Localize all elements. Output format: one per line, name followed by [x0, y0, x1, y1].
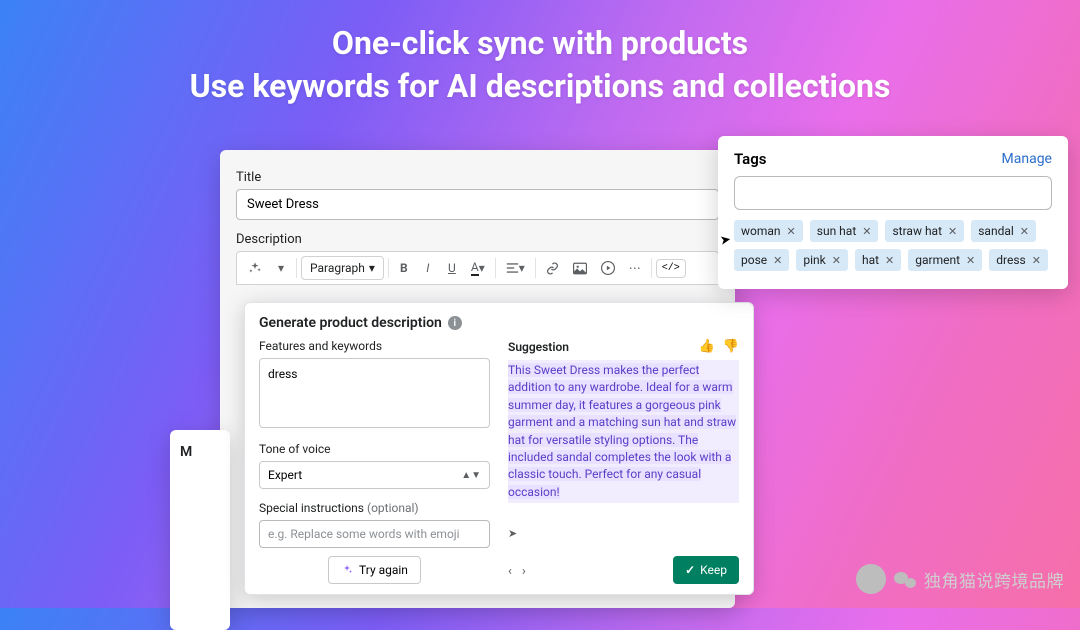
- remove-tag-icon[interactable]: ✕: [948, 225, 957, 238]
- generate-description-popover: Generate product descriptioni Features a…: [244, 302, 754, 595]
- wechat-icon: [894, 570, 916, 588]
- tag-dress[interactable]: dress✕: [989, 249, 1048, 271]
- link-button[interactable]: [540, 257, 565, 280]
- cursor-icon: ➤: [508, 527, 517, 540]
- suggestion-label: Suggestion: [508, 340, 569, 354]
- title-label: Title: [236, 170, 719, 185]
- remove-tag-icon[interactable]: ✕: [862, 225, 871, 238]
- features-label: Features and keywords: [259, 339, 490, 353]
- italic-button[interactable]: I: [417, 256, 439, 280]
- info-icon[interactable]: i: [448, 316, 462, 330]
- title-input[interactable]: [236, 189, 719, 220]
- tag-straw-hat[interactable]: straw hat✕: [885, 220, 964, 242]
- tag-woman[interactable]: woman✕: [734, 220, 803, 242]
- text-color-button[interactable]: A▾: [465, 255, 491, 281]
- bold-button[interactable]: B: [393, 256, 415, 280]
- tags-panel: Tags Manage woman✕ sun hat✕ straw hat✕ sand…: [718, 136, 1068, 289]
- tone-select[interactable]: Expert▲▼: [259, 461, 490, 489]
- remove-tag-icon[interactable]: ✕: [1032, 254, 1041, 267]
- watermark: 独角猫说跨境品牌: [856, 564, 1064, 594]
- tags-title: Tags: [734, 150, 767, 168]
- code-view-button[interactable]: </>: [656, 259, 686, 278]
- tag-sun-hat[interactable]: sun hat✕: [810, 220, 879, 242]
- popover-heading: Generate product descriptioni: [259, 315, 739, 331]
- remove-tag-icon[interactable]: ✕: [1020, 225, 1029, 238]
- paragraph-dropdown[interactable]: Paragraph▾: [301, 256, 384, 280]
- avatar-icon: [856, 564, 886, 594]
- remove-tag-icon[interactable]: ✕: [832, 254, 841, 267]
- tag-pose[interactable]: pose✕: [734, 249, 789, 271]
- tags-input[interactable]: [734, 176, 1052, 210]
- description-label: Description: [236, 232, 719, 247]
- keep-button[interactable]: ✓Keep: [673, 556, 739, 584]
- special-label: Special instructions (optional): [259, 501, 490, 515]
- special-input[interactable]: [259, 520, 490, 548]
- align-button[interactable]: ▾: [500, 256, 531, 280]
- tag-sandal[interactable]: sandal✕: [971, 220, 1036, 242]
- chevron-down-icon[interactable]: ▾: [270, 256, 292, 280]
- try-again-button[interactable]: Try again: [328, 556, 421, 584]
- ai-sparkle-icon[interactable]: [242, 256, 268, 280]
- underline-button[interactable]: U: [441, 256, 463, 280]
- tag-hat[interactable]: hat✕: [855, 249, 901, 271]
- suggestion-nav: ➤: [508, 527, 739, 540]
- features-input[interactable]: dress: [259, 358, 490, 428]
- cursor-icon: ➤: [719, 232, 732, 249]
- next-suggestion[interactable]: ›: [522, 564, 526, 579]
- remove-tag-icon[interactable]: ✕: [966, 254, 975, 267]
- thumbs-down-icon[interactable]: 👎: [723, 339, 739, 354]
- more-button[interactable]: ⋯: [623, 256, 647, 280]
- remove-tag-icon[interactable]: ✕: [885, 254, 894, 267]
- image-button[interactable]: [567, 257, 593, 280]
- tone-label: Tone of voice: [259, 442, 490, 456]
- manage-tags-link[interactable]: Manage: [1002, 151, 1052, 167]
- prev-suggestion[interactable]: ‹: [508, 564, 512, 579]
- side-fragment: M: [170, 430, 230, 630]
- tag-pink[interactable]: pink✕: [796, 249, 848, 271]
- suggestion-text: This Sweet Dress makes the perfect addit…: [508, 360, 739, 503]
- tags-list: woman✕ sun hat✕ straw hat✕ sandal✕ pose✕ pink…: [734, 220, 1052, 271]
- video-button[interactable]: [595, 256, 621, 280]
- thumbs-up-icon[interactable]: 👍: [699, 339, 715, 354]
- rte-toolbar: ▾ Paragraph▾ B I U A▾ ▾ ⋯ </>: [236, 251, 719, 285]
- remove-tag-icon[interactable]: ✕: [787, 225, 796, 238]
- tag-garment[interactable]: garment✕: [908, 249, 982, 271]
- remove-tag-icon[interactable]: ✕: [773, 254, 782, 267]
